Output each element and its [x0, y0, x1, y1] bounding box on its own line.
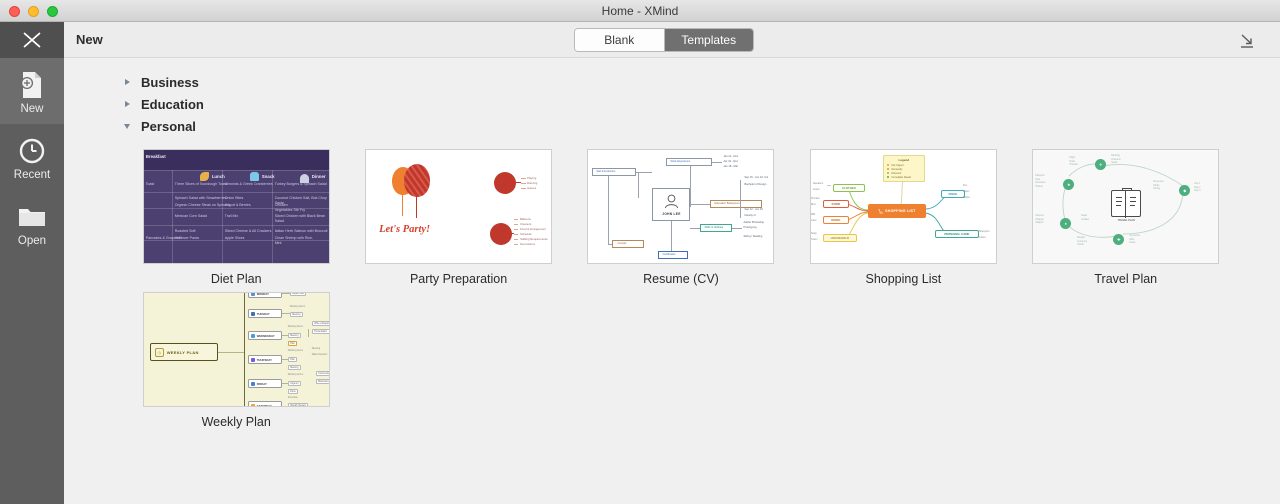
- import-button[interactable]: [1236, 30, 1258, 52]
- import-icon: [1238, 32, 1256, 50]
- view-mode-segmented-control[interactable]: Blank Templates: [574, 28, 754, 52]
- weekly-day-node: WEDNESDAY: [248, 331, 282, 340]
- window-titlebar: Home - XMind: [0, 0, 1280, 22]
- header-bar: New Blank Templates: [64, 22, 1280, 58]
- content-area: Business Education Personal: [64, 58, 1280, 504]
- shopping-branch-household: HOUSEHOLD: [823, 234, 857, 242]
- shopping-list-center-node: SHOPPING LIST: [868, 204, 926, 218]
- weekly-plan-preview: ◷ WEEKLY PLAN MONDAY Report Due TUESDA: [144, 293, 329, 406]
- weekly-day-node: SATURDAY: [248, 401, 282, 407]
- template-card-diet-plan[interactable]: Breakfast Lunch Snack Dinner Toast Three…: [125, 149, 347, 286]
- sidebar-item-recent[interactable]: Recent: [0, 124, 64, 190]
- category-personal[interactable]: Personal: [120, 115, 204, 137]
- travel-plan-preview: ✈ ★ ♦ ✚ ◆ TRAVEL PLAN: [1033, 150, 1218, 263]
- template-card-party-preparation[interactable]: Let's Party! Playing Dancing Games: [347, 149, 569, 286]
- tab-blank[interactable]: Blank: [575, 29, 664, 51]
- weekly-day-node: TUESDAY: [248, 309, 282, 318]
- template-thumbnail[interactable]: ◷ WEEKLY PLAN MONDAY Report Due TUESDA: [143, 292, 330, 407]
- clock-icon: [0, 134, 64, 168]
- party-headline: Let's Party!: [379, 224, 430, 235]
- shopping-branch-issue: ISSUE: [941, 190, 965, 198]
- folder-icon: [0, 200, 64, 234]
- diet-plan-preview: Breakfast Lunch Snack Dinner Toast Three…: [144, 150, 329, 263]
- travel-center-label: TRAVEL PLAN: [1111, 219, 1141, 222]
- shopping-list-preview: Legend Not Urgent Necessity Discount Imm…: [811, 150, 996, 263]
- party-node-preparation: [490, 223, 512, 245]
- template-card-weekly-plan[interactable]: ◷ WEEKLY PLAN MONDAY Report Due TUESDA: [125, 292, 347, 429]
- person-icon: [663, 193, 680, 210]
- template-thumbnail[interactable]: Let's Party! Playing Dancing Games: [365, 149, 552, 264]
- template-label: Party Preparation: [347, 272, 569, 286]
- category-education[interactable]: Education: [120, 93, 204, 115]
- category-label: Business: [141, 75, 199, 90]
- sidebar-item-label: Recent: [0, 169, 64, 181]
- party-node-entertainment: [494, 172, 516, 194]
- template-label: Weekly Plan: [125, 415, 347, 429]
- template-thumbnail[interactable]: Legend Not Urgent Necessity Discount Imm…: [810, 149, 997, 264]
- resume-avatar: JOHN LEE: [652, 188, 690, 221]
- party-preparation-preview: Let's Party! Playing Dancing Games: [366, 150, 551, 263]
- weekly-plan-root-node: ◷ WEEKLY PLAN: [150, 343, 218, 361]
- template-label: Travel Plan: [1015, 272, 1237, 286]
- template-thumbnail[interactable]: JOHN LEE Self-Introduction Contact Work …: [587, 149, 774, 264]
- shopping-branch-clothes: CLOTHES: [833, 184, 865, 192]
- template-thumbnail[interactable]: ✈ ★ ♦ ✚ ◆ TRAVEL PLAN: [1032, 149, 1219, 264]
- weekly-day-node: THURSDAY: [248, 355, 282, 364]
- template-card-resume-cv[interactable]: JOHN LEE Self-Introduction Contact Work …: [570, 149, 792, 286]
- close-icon: [21, 31, 43, 49]
- template-card-travel-plan[interactable]: ✈ ★ ♦ ✚ ◆ TRAVEL PLAN: [1015, 149, 1237, 286]
- window-title: Home - XMind: [0, 0, 1280, 22]
- template-label: Resume (CV): [570, 272, 792, 286]
- sidebar-item-label: Open: [0, 235, 64, 247]
- new-document-icon: [0, 68, 64, 102]
- calendar-icon: ◷: [155, 348, 164, 357]
- resume-preview: JOHN LEE Self-Introduction Contact Work …: [588, 150, 773, 263]
- weekly-day-node: FRIDAY: [248, 379, 282, 388]
- template-grid: Breakfast Lunch Snack Dinner Toast Three…: [125, 149, 1265, 435]
- shopping-list-center-label: SHOPPING LIST: [885, 209, 915, 213]
- resume-name: JOHN LEE: [662, 212, 680, 216]
- template-thumbnail[interactable]: Breakfast Lunch Snack Dinner Toast Three…: [143, 149, 330, 264]
- sidebar-item-new[interactable]: New: [0, 58, 64, 124]
- category-label: Personal: [141, 119, 196, 134]
- cart-icon: [878, 209, 883, 214]
- chevron-right-icon[interactable]: [120, 97, 134, 111]
- sidebar-item-label: New: [0, 103, 64, 115]
- page-title: New: [76, 32, 103, 47]
- sidebar-close-button[interactable]: [0, 22, 64, 58]
- category-list: Business Education Personal: [120, 71, 204, 137]
- sidebar: New Recent Open: [0, 22, 64, 504]
- suitcase-icon: [1111, 190, 1141, 217]
- sidebar-item-open[interactable]: Open: [0, 190, 64, 256]
- template-label: Shopping List: [792, 272, 1014, 286]
- tab-templates[interactable]: Templates: [664, 29, 754, 51]
- weekly-spine: [244, 293, 245, 406]
- template-label: Diet Plan: [125, 272, 347, 286]
- category-business[interactable]: Business: [120, 71, 204, 93]
- shopping-branch-food: FOOD: [823, 200, 849, 208]
- shopping-branch-drink: DRINK: [823, 216, 849, 224]
- balloon-red: [404, 164, 430, 197]
- template-card-shopping-list[interactable]: Legend Not Urgent Necessity Discount Imm…: [792, 149, 1014, 286]
- chevron-right-icon[interactable]: [120, 75, 134, 89]
- chevron-down-icon[interactable]: [120, 119, 134, 133]
- category-label: Education: [141, 97, 204, 112]
- shopping-branch-personal-care: PERSONAL CARE: [935, 230, 979, 238]
- weekly-day-node: MONDAY: [248, 292, 282, 298]
- weekly-plan-root-label: WEEKLY PLAN: [167, 350, 199, 355]
